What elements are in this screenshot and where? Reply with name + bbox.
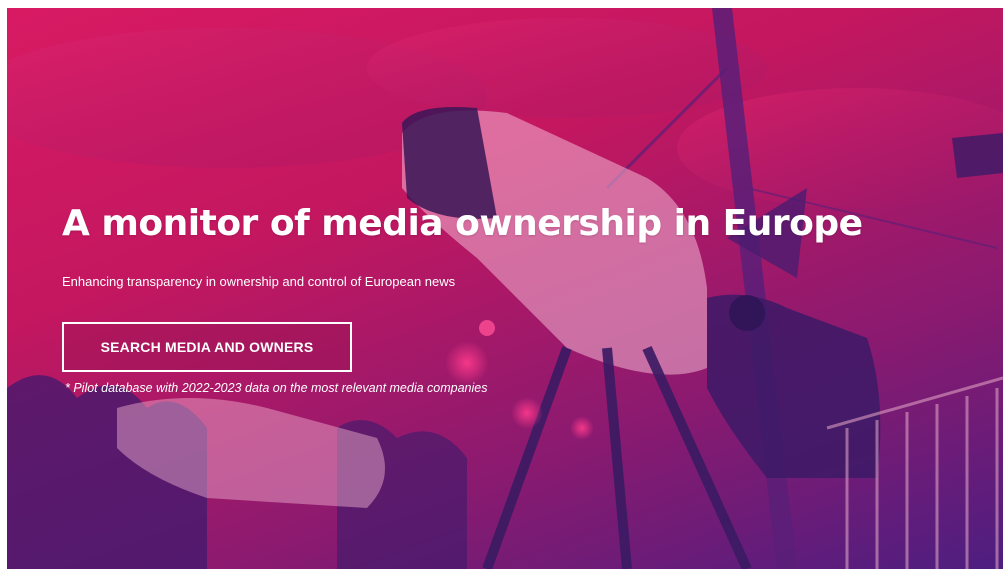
search-media-and-owners-button[interactable]: SEARCH MEDIA AND OWNERS <box>62 322 352 372</box>
pilot-database-footnote: * Pilot database with 2022-2023 data on … <box>65 381 488 395</box>
hero-subtitle: Enhancing transparency in ownership and … <box>62 274 456 289</box>
hero-banner: A monitor of media ownership in Europe E… <box>7 8 1003 569</box>
page-title: A monitor of media ownership in Europe <box>62 203 863 244</box>
